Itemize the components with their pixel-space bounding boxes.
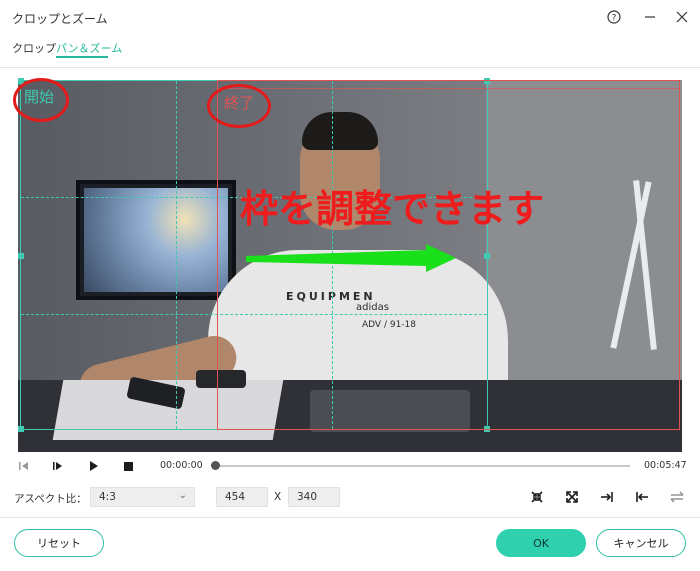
collapse-icon[interactable] <box>527 487 547 507</box>
total-time: 00:05:47 <box>644 460 687 471</box>
annotation-text: 枠を調整できます <box>240 187 545 231</box>
aspect-row: アスペクト比： 4:3 ⌄ 454 X 340 <box>0 485 700 509</box>
minimize-icon[interactable] <box>640 8 660 26</box>
player-controls: 00:00:00 00:05:47 <box>0 455 700 477</box>
ok-button[interactable]: OK <box>496 529 586 557</box>
reset-button[interactable]: リセット <box>14 529 104 557</box>
stop-icon[interactable] <box>120 458 136 474</box>
grid-line <box>176 81 177 429</box>
timeline-track[interactable] <box>214 465 630 467</box>
width-field[interactable]: 454 <box>216 487 268 507</box>
grid-line <box>218 88 679 89</box>
arrow-icon <box>246 244 456 272</box>
current-time: 00:00:00 <box>160 460 203 471</box>
chevron-down-icon: ⌄ <box>178 490 187 501</box>
highlight-circle <box>207 84 271 128</box>
window-title: クロップとズーム <box>12 12 108 26</box>
divider <box>0 517 700 518</box>
aspect-select-value: 4:3 <box>99 491 116 503</box>
height-field[interactable]: 340 <box>288 487 340 507</box>
swap-icon[interactable] <box>667 487 687 507</box>
active-tab-indicator <box>56 56 108 58</box>
tab-crop[interactable]: クロップ <box>12 40 56 56</box>
resize-handle[interactable] <box>18 426 24 432</box>
expand-icon[interactable] <box>562 487 582 507</box>
aspect-label: アスペクト比： <box>14 493 87 505</box>
highlight-circle <box>13 78 69 122</box>
frame-play-icon[interactable] <box>50 458 66 474</box>
resize-handle[interactable] <box>18 253 24 259</box>
timeline-thumb[interactable] <box>211 461 220 470</box>
step-back-icon[interactable] <box>16 458 32 474</box>
dimension-separator: X <box>274 491 282 503</box>
align-right-icon[interactable] <box>597 487 617 507</box>
help-icon[interactable]: ? <box>604 8 624 26</box>
svg-text:?: ? <box>612 14 617 24</box>
play-icon[interactable] <box>86 458 102 474</box>
aspect-select[interactable]: 4:3 ⌄ <box>90 487 195 507</box>
divider <box>0 67 700 68</box>
cancel-button[interactable]: キャンセル <box>596 529 686 557</box>
close-icon[interactable] <box>672 8 692 26</box>
align-left-icon[interactable] <box>632 487 652 507</box>
tab-pan-zoom[interactable]: パン＆ズーム <box>56 40 122 56</box>
title-bar: クロップとズーム ? <box>0 0 700 34</box>
